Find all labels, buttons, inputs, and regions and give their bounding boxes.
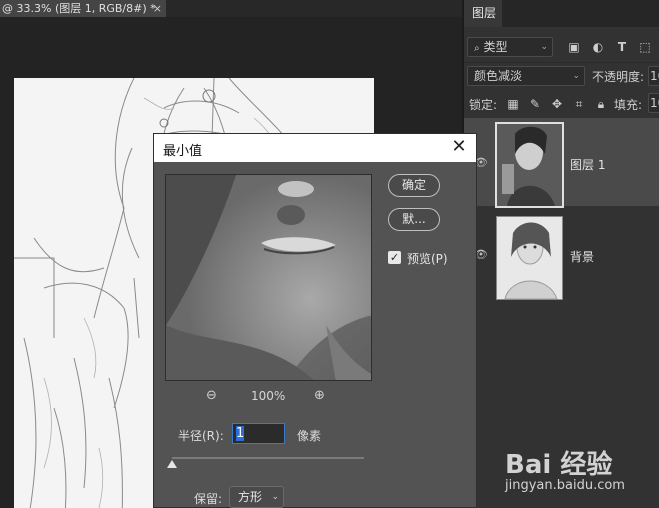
preserve-label: 保留:	[194, 492, 223, 506]
brush-icon[interactable]: ✎	[528, 97, 542, 111]
ok-button[interactable]: 确定	[388, 174, 440, 197]
document-close-icon[interactable]: ×	[153, 0, 162, 17]
type-filter-icon[interactable]: T	[615, 40, 629, 54]
preview-checkbox[interactable]: ✓	[388, 251, 401, 264]
baidu-watermark: Bai 经验 jingyan.baidu.com	[503, 432, 653, 502]
watermark-logo: Bai 经验	[505, 450, 613, 480]
opacity-value: 10	[650, 69, 659, 83]
artboard-icon[interactable]: ⌗	[572, 97, 586, 111]
chevron-down-icon: ⌄	[572, 71, 580, 81]
dialog-title: 最小值	[163, 144, 203, 159]
chevron-down-icon: ⌄	[540, 42, 548, 52]
layer-name[interactable]: 图层 1	[570, 156, 605, 173]
lock-icon[interactable]: 🔒︎	[594, 97, 608, 111]
shape-filter-icon[interactable]: ⬚	[638, 40, 652, 54]
zoom-value: 100%	[251, 389, 286, 403]
dialog-titlebar[interactable]: 最小值 ✕	[154, 134, 476, 162]
opacity-label: 不透明度:	[592, 70, 645, 84]
watermark-url: jingyan.baidu.com	[505, 478, 625, 493]
blend-mode-value: 颜色减淡	[474, 69, 523, 83]
layer-filter-select[interactable]: ⌕ 类型 ⌄	[467, 37, 553, 57]
radius-unit-label: 像素	[297, 429, 322, 443]
zoom-controls: ⊖ 100% ⊕	[206, 388, 336, 404]
close-icon[interactable]: ✕	[450, 137, 468, 157]
fill-label: 填充:	[614, 98, 643, 112]
radius-slider-track[interactable]	[172, 457, 364, 459]
radius-value: 1	[236, 426, 245, 441]
chevron-down-icon: ⌄	[271, 492, 279, 502]
tab-layers[interactable]: 图层	[464, 0, 502, 27]
adjustment-filter-icon[interactable]: ◐	[591, 40, 605, 54]
radius-slider-thumb[interactable]	[167, 460, 177, 468]
preserve-value: 方形	[238, 490, 263, 504]
zoom-out-icon[interactable]: ⊖	[206, 388, 222, 404]
fill-field[interactable]: 10	[648, 93, 659, 113]
preserve-select[interactable]: 方形 ⌄	[229, 486, 284, 508]
layer-filter-value: 类型	[483, 40, 508, 54]
layer-name[interactable]: 背景	[570, 248, 594, 265]
radius-input[interactable]: 1	[232, 423, 285, 444]
minimum-filter-dialog: 最小值 ✕ 确定 默... ✓ 预览(P) ⊖ 100% ⊕ 半径(R): 1 …	[153, 133, 477, 508]
panel-separator	[464, 62, 659, 63]
lock-transparent-icon[interactable]: ▦	[506, 97, 520, 111]
layer-thumbnail	[496, 216, 563, 300]
lock-label: 锁定:	[469, 98, 498, 112]
default-button[interactable]: 默...	[388, 208, 440, 231]
radius-label: 半径(R):	[178, 429, 224, 443]
layer-row-background[interactable]: 👁︎ 背景	[464, 210, 659, 300]
search-icon: ⌕	[474, 43, 480, 54]
image-filter-icon[interactable]: ▣	[567, 40, 581, 54]
preview-label[interactable]: 预览(P)	[407, 250, 448, 267]
filter-preview[interactable]	[165, 174, 372, 381]
layer-thumbnail	[495, 122, 564, 208]
opacity-field[interactable]: 10	[648, 66, 659, 86]
document-tab-title: @ 33.3% (图层 1, RGB/8#) *	[2, 2, 156, 15]
move-icon[interactable]: ✥	[550, 97, 564, 111]
document-tab[interactable]: @ 33.3% (图层 1, RGB/8#) * ×	[0, 0, 166, 17]
layer-row-layer1[interactable]: 👁︎ 图层 1	[464, 118, 659, 208]
lock-row: 锁定: ▦ ✎ ✥ ⌗ 🔒︎ 填充: 10	[464, 93, 659, 113]
blend-mode-select[interactable]: 颜色减淡 ⌄	[467, 66, 585, 86]
zoom-in-icon[interactable]: ⊕	[314, 388, 330, 404]
fill-value: 10	[650, 96, 659, 110]
